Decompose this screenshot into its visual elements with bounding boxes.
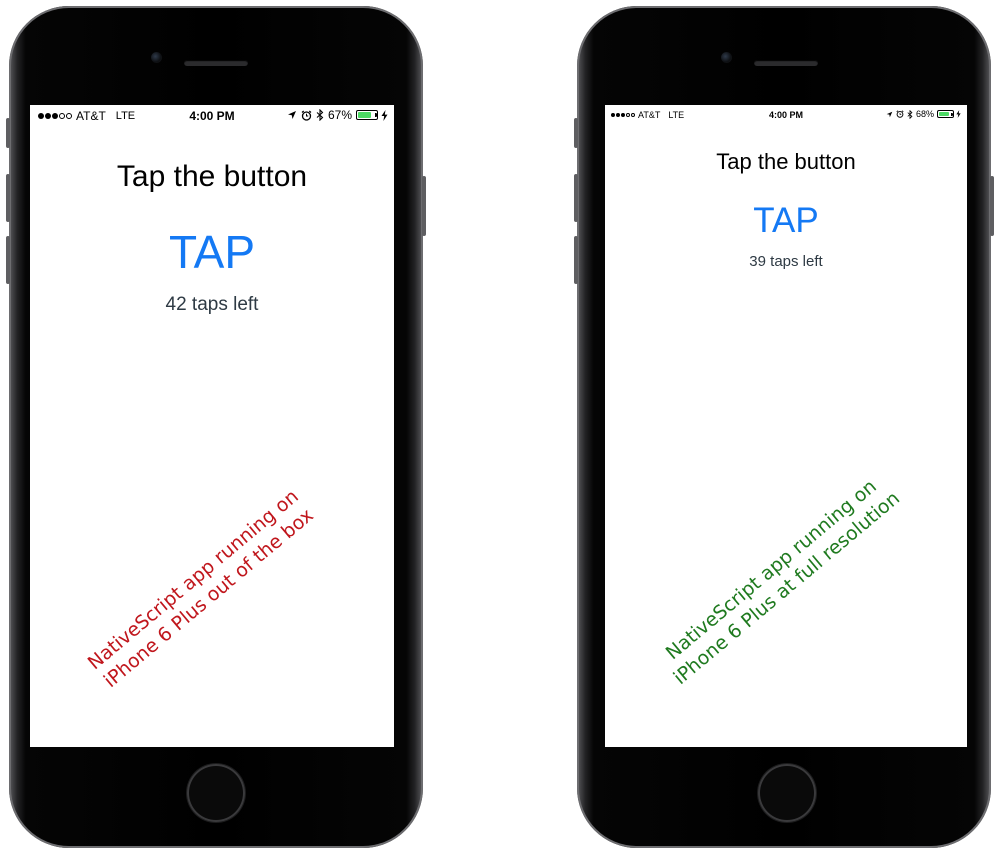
front-camera	[721, 52, 732, 63]
volume-down-button	[6, 236, 10, 284]
caption-annotation: NativeScript app running on iPhone 6 Plu…	[633, 451, 924, 706]
iphone-left: AT&T LTE 4:00 PM 67% Tap the button TAP …	[6, 6, 426, 848]
caption-line-2: iPhone 6 Plus at full resolution	[669, 487, 905, 690]
volume-up-button	[6, 174, 10, 222]
iphone-right: AT&T LTE 4:00 PM 68% Tap the button TAP …	[574, 6, 994, 848]
front-camera	[151, 52, 162, 63]
charging-bolt-icon	[381, 109, 388, 121]
tap-button[interactable]: TAP	[753, 201, 818, 241]
earpiece-speaker	[754, 60, 818, 66]
battery-icon	[356, 110, 378, 120]
status-bar: AT&T LTE 4:00 PM 67%	[30, 105, 394, 127]
caption-line-1: NativeScript app running on	[83, 485, 303, 675]
prompt-label: Tap the button	[116, 160, 308, 193]
bluetooth-icon	[907, 109, 913, 119]
screen: AT&T LTE 4:00 PM 68% Tap the button TAP …	[605, 105, 967, 747]
status-bar: AT&T LTE 4:00 PM 68%	[605, 105, 967, 127]
location-arrow-icon	[287, 111, 296, 119]
taps-left-label: 39 taps left	[749, 253, 823, 270]
earpiece-speaker	[184, 60, 248, 66]
alarm-clock-icon	[896, 110, 904, 118]
home-button[interactable]	[187, 764, 245, 822]
tap-button[interactable]: TAP	[169, 225, 255, 279]
volume-up-button	[574, 174, 578, 222]
alarm-clock-icon	[301, 110, 312, 121]
battery-percent: 68%	[915, 109, 934, 119]
caption-line-2: iPhone 6 Plus out of the box	[99, 504, 318, 693]
volume-down-button	[574, 236, 578, 284]
power-button	[990, 176, 994, 236]
prompt-label: Tap the button	[716, 149, 856, 174]
caption-line-1: NativeScript app running on	[661, 475, 881, 665]
power-button	[422, 176, 426, 236]
mute-switch	[6, 118, 10, 148]
charging-bolt-icon	[956, 110, 961, 118]
screen: AT&T LTE 4:00 PM 67% Tap the button TAP …	[30, 105, 394, 747]
home-button[interactable]	[758, 764, 816, 822]
mute-switch	[574, 118, 578, 148]
battery-percent: 67%	[327, 108, 352, 122]
caption-annotation: NativeScript app running on iPhone 6 Plu…	[63, 468, 339, 710]
bluetooth-icon	[316, 109, 324, 121]
battery-icon	[937, 110, 954, 118]
location-arrow-icon	[886, 111, 893, 117]
taps-left-label: 42 taps left	[165, 294, 259, 315]
